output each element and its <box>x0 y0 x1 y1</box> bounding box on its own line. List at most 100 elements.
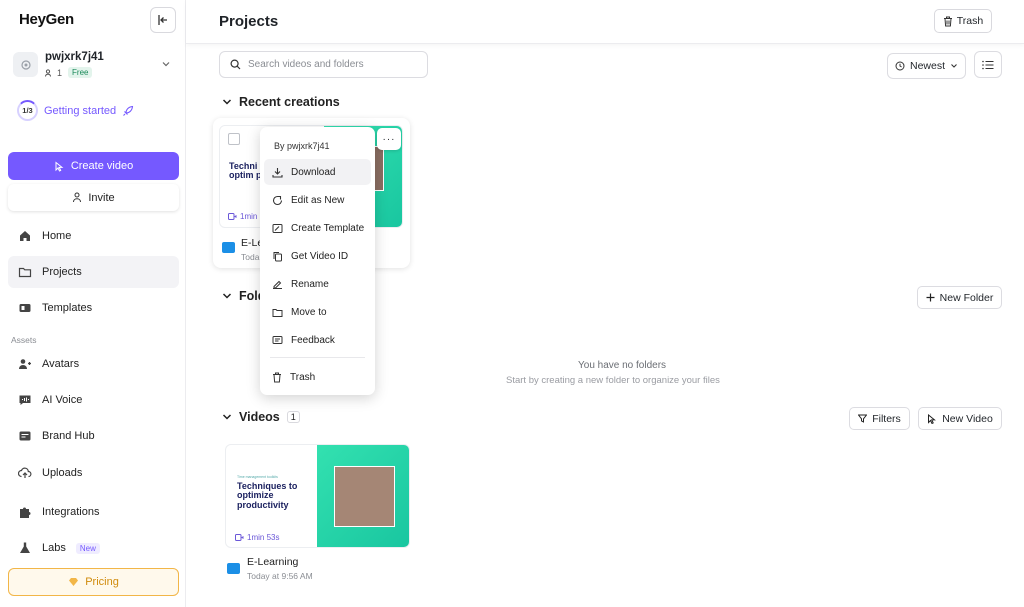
pricing-button[interactable]: Pricing <box>8 568 179 596</box>
member-count: 1 <box>57 67 63 78</box>
workspace-switcher[interactable]: pwjxrk7j41 1 Free <box>13 50 175 80</box>
video-camera-icon <box>228 213 237 220</box>
invite-button[interactable]: Invite <box>8 184 179 211</box>
empty-folders-subtitle: Start by creating a new folder to organi… <box>506 375 720 386</box>
sidebar-item-home[interactable]: Home <box>8 220 179 252</box>
chevron-down-icon <box>222 414 232 420</box>
members-icon <box>45 68 51 77</box>
video-file-icon <box>222 242 235 253</box>
home-icon <box>18 229 32 243</box>
video-card[interactable]: Time management toolkits Techniques to o… <box>224 443 410 588</box>
empty-folders-title: You have no folders <box>578 360 667 371</box>
copy-icon <box>273 251 282 261</box>
new-video-label: New Video <box>942 412 993 425</box>
filters-button[interactable]: Filters <box>849 407 910 430</box>
duration-badge: 1min <box>228 212 257 221</box>
menu-item-download[interactable]: Download <box>264 159 371 185</box>
sidebar-item-label: Templates <box>42 302 93 314</box>
sidebar-item-label: AI Voice <box>42 394 83 406</box>
puzzle-icon <box>18 505 32 519</box>
videos-count: 1 <box>286 411 300 423</box>
menu-item-get-video-id[interactable]: Get Video ID <box>264 243 371 269</box>
cursor-icon <box>55 160 64 172</box>
rocket-icon <box>123 105 134 116</box>
recent-creations-header[interactable]: Recent creations <box>222 95 340 109</box>
trash-button[interactable]: Trash <box>934 9 992 33</box>
download-icon <box>272 167 283 178</box>
folder-icon <box>272 308 283 317</box>
duration-label: 1min 53s <box>247 533 280 542</box>
filters-label: Filters <box>872 412 901 425</box>
workspace-avatar <box>13 52 38 77</box>
new-folder-button[interactable]: New Folder <box>917 286 1002 309</box>
labs-icon <box>18 541 32 555</box>
menu-item-move-to[interactable]: Move to <box>264 299 371 325</box>
new-video-button[interactable]: New Video <box>918 407 1002 430</box>
recent-creations-title: Recent creations <box>239 95 340 109</box>
create-video-label: Create video <box>70 160 134 172</box>
sidebar-item-labs[interactable]: Labs New <box>8 532 179 564</box>
sidebar-item-label: Integrations <box>42 506 100 518</box>
getting-started-link[interactable]: 1/3 Getting started <box>17 100 134 121</box>
trash-icon <box>943 16 952 26</box>
menu-item-label: Edit as New <box>291 194 345 206</box>
menu-divider <box>270 357 365 358</box>
invite-label: Invite <box>88 191 115 204</box>
sidebar-item-integrations[interactable]: Integrations <box>8 496 179 528</box>
sidebar-item-label: Home <box>42 230 72 242</box>
progress-ring: 1/3 <box>17 100 38 121</box>
search-input[interactable]: Search videos and folders <box>219 51 428 78</box>
pricing-label: Pricing <box>85 576 119 588</box>
folders-header[interactable]: Fold <box>222 289 265 303</box>
search-placeholder: Search videos and folders <box>248 59 364 70</box>
menu-author: By pwjxrk7j41 <box>274 141 330 151</box>
new-folder-label: New Folder <box>939 291 994 304</box>
collapse-sidebar-button[interactable] <box>150 7 176 33</box>
menu-item-edit-as-new[interactable]: Edit as New <box>264 187 371 213</box>
videos-header[interactable]: Videos 1 <box>222 410 300 424</box>
workspace-name: pwjxrk7j41 <box>45 51 104 63</box>
video-context-menu: By pwjxrk7j41 Download Edit as New Creat… <box>260 127 375 395</box>
menu-item-rename[interactable]: Rename <box>264 271 371 297</box>
avatar-icon <box>18 357 32 371</box>
menu-item-create-template[interactable]: Create Template <box>264 215 371 241</box>
list-view-button[interactable] <box>974 51 1002 78</box>
workspace-meta: 1 Free <box>45 67 93 78</box>
diamond-icon <box>69 578 79 586</box>
create-video-button[interactable]: Create video <box>8 152 179 180</box>
top-bar: Projects Trash <box>186 0 1024 44</box>
brand-icon <box>18 429 32 443</box>
page-title: Projects <box>219 13 279 30</box>
menu-item-feedback[interactable]: Feedback <box>264 327 371 353</box>
list-icon <box>982 60 994 69</box>
sidebar-item-label: Labs <box>42 542 66 554</box>
thumbnail-presenter <box>334 466 395 527</box>
clock-icon <box>895 61 905 71</box>
menu-item-label: Download <box>291 166 336 178</box>
plus-icon <box>926 293 935 302</box>
sort-label: Newest <box>909 60 945 72</box>
menu-item-label: Rename <box>291 278 329 290</box>
sidebar-item-avatars[interactable]: Avatars <box>8 348 179 380</box>
more-options-button[interactable]: ··· <box>377 128 401 150</box>
menu-item-trash[interactable]: Trash <box>264 364 371 390</box>
person-icon <box>73 192 82 203</box>
collapse-icon <box>158 15 167 25</box>
sidebar-item-templates[interactable]: Templates <box>8 292 179 324</box>
cursor-icon <box>928 413 937 424</box>
heygen-logo[interactable]: HeyGen <box>19 11 74 28</box>
trash-label: Trash <box>956 15 984 27</box>
select-checkbox[interactable] <box>228 133 240 145</box>
sort-dropdown[interactable]: Newest <box>887 53 966 79</box>
sidebar-item-ai-voice[interactable]: AI Voice <box>8 384 179 416</box>
sidebar-item-projects[interactable]: Projects <box>8 256 179 288</box>
sidebar-item-uploads[interactable]: Uploads <box>8 457 179 489</box>
video-thumbnail: Time management toolkits Techniques to o… <box>225 444 410 548</box>
trash-icon <box>273 372 281 382</box>
sidebar-item-brand-hub[interactable]: Brand Hub <box>8 420 179 452</box>
sidebar-item-label: Uploads <box>42 467 83 479</box>
sidebar: HeyGen pwjxrk7j41 1 Free 1/3 Getting sta… <box>0 0 186 607</box>
upload-icon <box>18 466 32 480</box>
menu-item-label: Move to <box>291 306 327 318</box>
videos-title: Videos <box>239 410 280 424</box>
